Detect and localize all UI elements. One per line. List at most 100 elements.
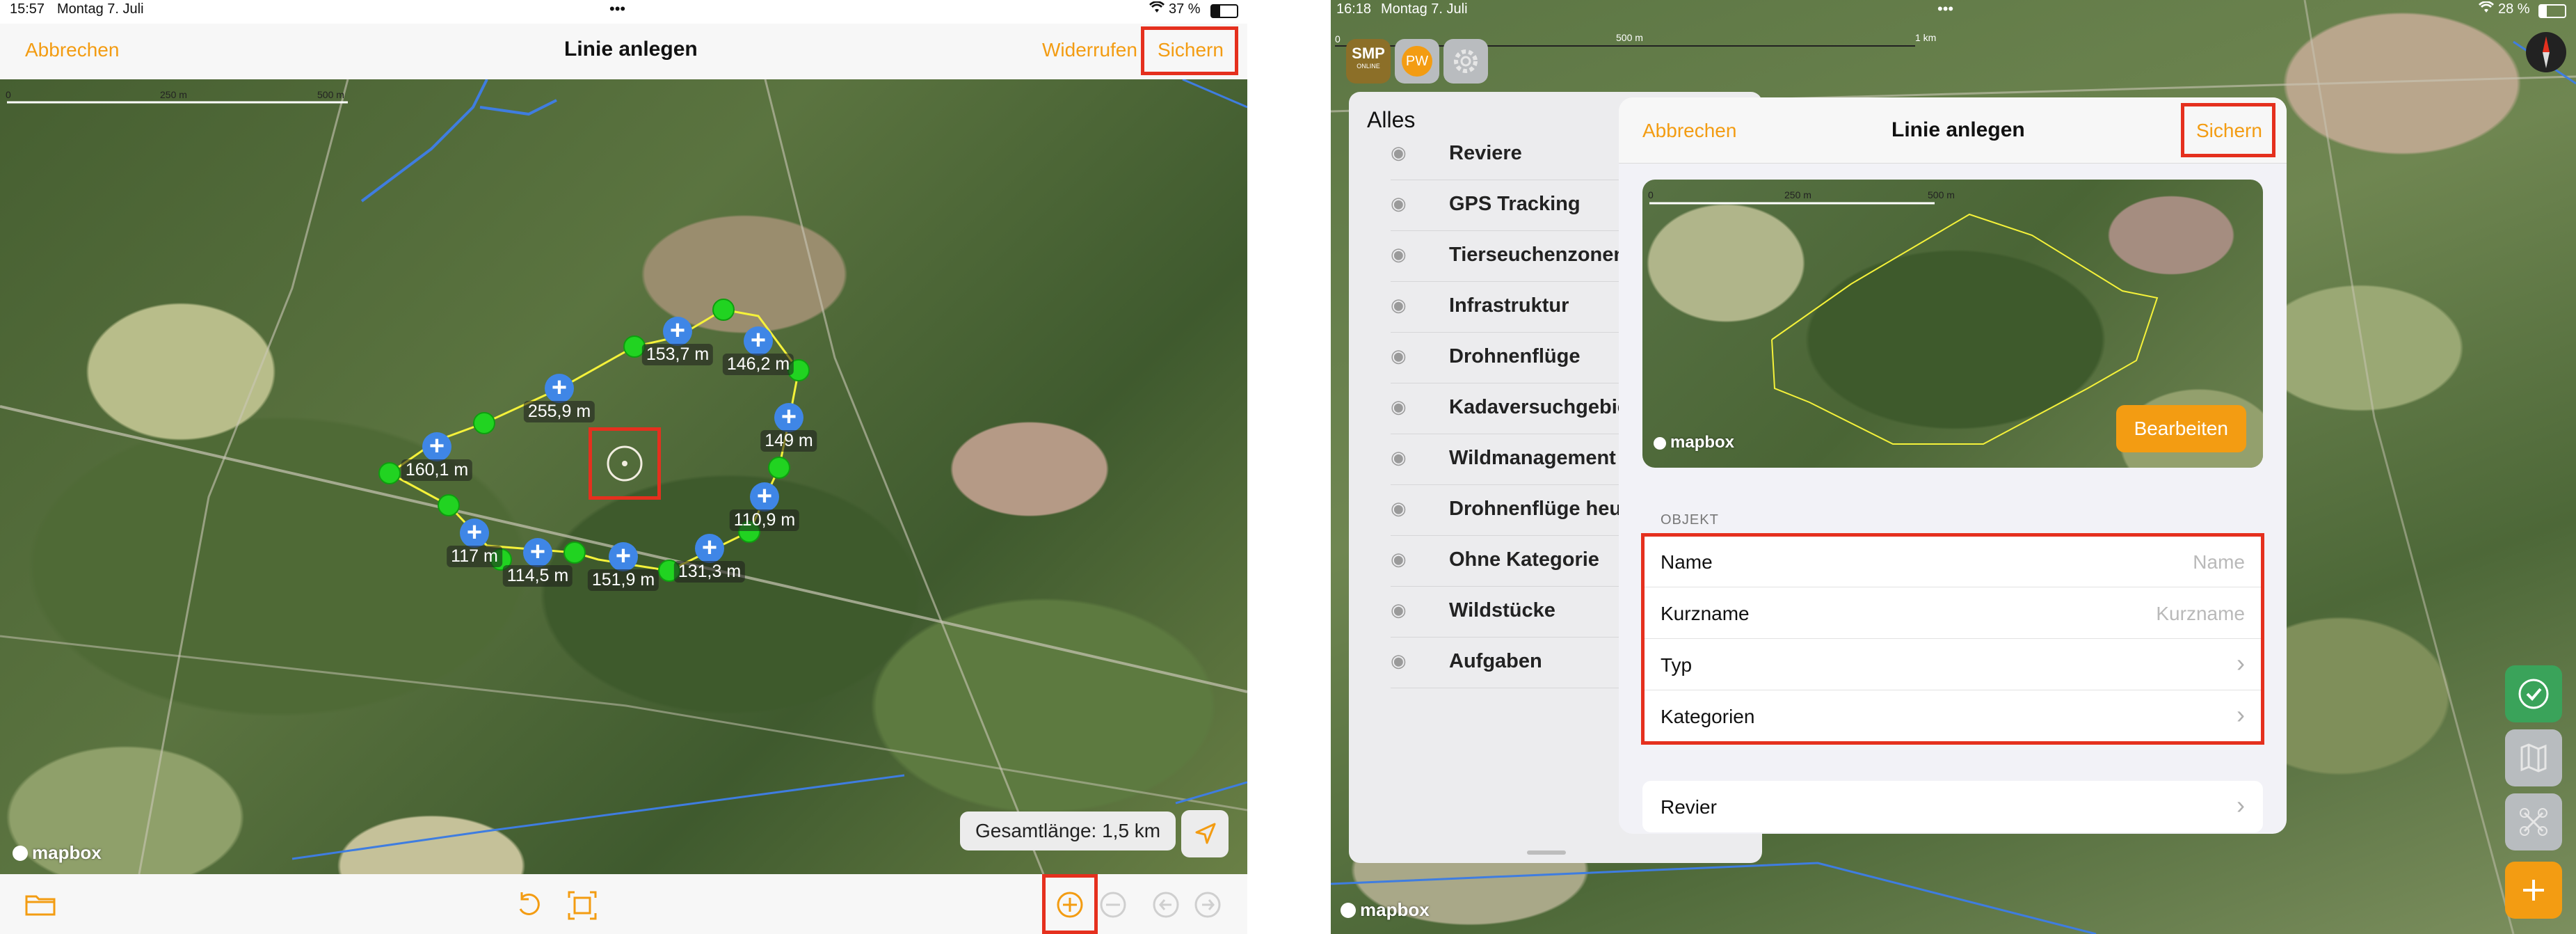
eye-icon[interactable]: ◉: [1391, 550, 1411, 568]
eye-icon[interactable]: ◉: [1391, 651, 1411, 670]
segment-length-label: 160,1 m: [401, 459, 473, 481]
smp-label: SMP: [1352, 45, 1385, 62]
settings-button[interactable]: [1443, 39, 1488, 84]
fields-highlight: [1641, 533, 2264, 745]
confirm-button[interactable]: [2505, 665, 2562, 722]
sheet-nav-bar: Abbrechen Linie anlegen Sichern: [1619, 97, 2287, 164]
revier-group: Revier ›: [1642, 781, 2263, 832]
line-vertex[interactable]: [438, 494, 460, 516]
line-vertex[interactable]: [768, 457, 790, 479]
eye-icon[interactable]: ◉: [1391, 245, 1411, 263]
add-vertex-button[interactable]: +: [663, 317, 692, 346]
sheet-title: Linie anlegen: [1891, 118, 2025, 141]
remove-point-icon[interactable]: [1099, 891, 1127, 919]
save-highlight: [1141, 26, 1238, 75]
nav-bar: Abbrechen Linie anlegen Widerrufen Siche…: [0, 24, 1247, 79]
rotate-icon[interactable]: [515, 891, 543, 919]
add-vertex-button[interactable]: +: [695, 534, 724, 563]
right-screenshot: 16:18 Montag 7. Juli ••• 28 % 0 500 m 1 …: [1331, 0, 2576, 934]
scale-tick-0: 0: [6, 89, 11, 100]
eye-icon[interactable]: ◉: [1391, 143, 1411, 161]
fit-extent-icon[interactable]: [568, 891, 597, 920]
eye-icon[interactable]: ◉: [1391, 448, 1411, 466]
battery-icon: [2538, 4, 2566, 18]
add-vertex-button[interactable]: +: [422, 432, 451, 461]
mapbox-logo: mapbox: [1654, 433, 1734, 452]
locate-button[interactable]: [1181, 810, 1229, 857]
map-view[interactable]: 0 250 m 500 m + 153,7 m + 146,2 m + 255,…: [0, 79, 1247, 874]
previous-point-icon[interactable]: [1152, 891, 1180, 919]
revier-label: Revier: [1661, 796, 1717, 818]
segment-length-label: 149 m: [760, 430, 817, 452]
line-vertex[interactable]: [473, 412, 495, 434]
wifi-icon: [1149, 1, 1165, 25]
revier-row[interactable]: Revier ›: [1642, 781, 2263, 832]
section-header: OBJEKT: [1661, 512, 1719, 528]
eye-icon[interactable]: ◉: [1391, 296, 1411, 314]
smp-app-button[interactable]: SMP ONLINE: [1346, 39, 1391, 84]
crosshair-icon: [607, 445, 643, 482]
chevron-right-icon: ›: [2237, 791, 2245, 819]
add-button[interactable]: [2505, 862, 2562, 919]
add-vertex-button[interactable]: +: [609, 542, 638, 571]
add-vertex-button[interactable]: +: [774, 403, 803, 432]
segment-length-label: 151,9 m: [587, 569, 659, 591]
add-point-icon[interactable]: [1056, 891, 1084, 919]
scale-tick-2: 500 m: [317, 89, 344, 100]
eye-icon[interactable]: ◉: [1391, 601, 1411, 619]
eye-icon[interactable]: ◉: [1391, 397, 1411, 415]
next-point-icon[interactable]: [1194, 891, 1222, 919]
add-vertex-button[interactable]: +: [744, 326, 773, 356]
status-time: 15:57: [10, 1, 45, 17]
multitask-dots[interactable]: •••: [609, 0, 625, 24]
add-vertex-button[interactable]: +: [523, 538, 552, 567]
drag-handle[interactable]: [1527, 850, 1566, 855]
preview-scale-1: 250 m: [1784, 189, 1811, 200]
segment-length-label: 114,5 m: [502, 565, 573, 587]
status-date: Montag 7. Juli: [57, 1, 144, 17]
save-highlight: [2181, 103, 2275, 157]
folder-icon[interactable]: [25, 892, 56, 916]
line-preview-map: 0 250 m 500 m mapbox Bearbeiten: [1642, 180, 2263, 468]
segment-length-label: 110,9 m: [729, 509, 800, 531]
battery-icon: [1210, 4, 1238, 18]
map-layers-button[interactable]: [2505, 729, 2562, 786]
location-arrow-icon: [1195, 823, 1216, 844]
create-line-sheet: Abbrechen Linie anlegen Sichern 0 250 m …: [1619, 97, 2287, 834]
eye-icon[interactable]: ◉: [1391, 347, 1411, 365]
scale-tick-2: 1 km: [1915, 32, 1937, 43]
add-vertex-button[interactable]: +: [545, 374, 574, 403]
total-length-display: Gesamtlänge: 1,5 km: [960, 812, 1176, 850]
multitask-dots[interactable]: •••: [1937, 0, 1953, 24]
segment-length-label: 153,7 m: [641, 344, 714, 365]
undo-button[interactable]: Widerrufen: [1042, 39, 1137, 61]
edit-button[interactable]: Bearbeiten: [2115, 405, 2246, 452]
compass-icon[interactable]: [2525, 31, 2568, 74]
preview-scale-0: 0: [1648, 189, 1654, 200]
left-screenshot: 15:57 Montag 7. Juli ••• 37 % Abbrechen …: [0, 0, 1247, 934]
checkmark-icon: [2518, 679, 2549, 709]
status-time: 16:18: [1336, 1, 1372, 17]
line-vertex[interactable]: [378, 462, 401, 484]
add-vertex-button[interactable]: +: [750, 482, 779, 512]
line-vertex[interactable]: [712, 299, 735, 321]
scale-tick-1: 250 m: [160, 89, 187, 100]
mapbox-logo: mapbox: [13, 842, 102, 864]
cancel-button[interactable]: Abbrechen: [25, 39, 119, 61]
add-vertex-button[interactable]: +: [460, 519, 489, 548]
scale-tick-1: 500 m: [1616, 32, 1643, 43]
segment-length-label: 146,2 m: [722, 354, 794, 375]
drone-button[interactable]: [2505, 793, 2562, 850]
status-date: Montag 7. Juli: [1381, 1, 1468, 17]
smp-sublabel: ONLINE: [1357, 63, 1380, 70]
scale-tick-0: 0: [1335, 33, 1341, 45]
line-vertex[interactable]: [563, 541, 586, 564]
map-icon: [2520, 743, 2547, 773]
eye-icon[interactable]: ◉: [1391, 194, 1411, 212]
eye-icon[interactable]: ◉: [1391, 499, 1411, 517]
drone-icon: [2520, 808, 2547, 836]
cancel-button[interactable]: Abbrechen: [1642, 120, 1736, 142]
mapbox-logo: mapbox: [1341, 899, 1430, 921]
pw-app-button[interactable]: PW: [1395, 39, 1439, 84]
bottom-toolbar: [0, 874, 1247, 934]
